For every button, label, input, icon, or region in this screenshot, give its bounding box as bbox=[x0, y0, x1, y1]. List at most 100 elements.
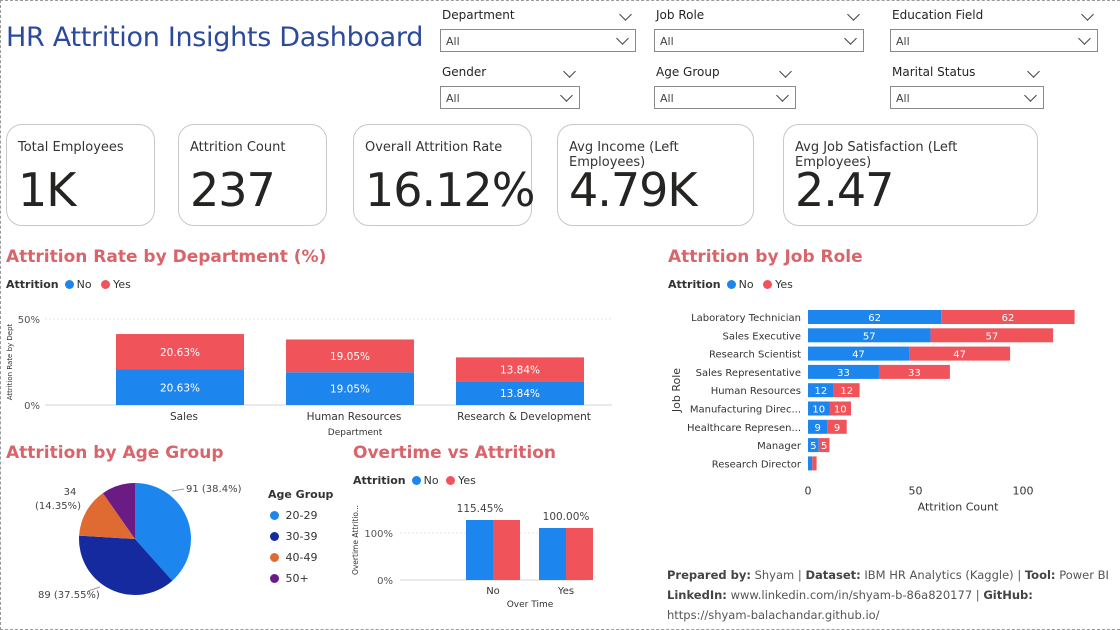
age-pie-chart[interactable]: 91 (38.4%) 89 (37.55%) 34 (14.35%) bbox=[0, 470, 260, 610]
dashboard-title: HR Attrition Insights Dashboard bbox=[6, 22, 424, 53]
data-label: 57 bbox=[985, 331, 998, 342]
category-label: Sales Representative bbox=[696, 368, 801, 379]
data-label: 33 bbox=[908, 368, 921, 379]
data-label: 91 (38.4%) bbox=[186, 484, 242, 495]
data-label: 5 bbox=[821, 441, 827, 452]
data-label: 100.00% bbox=[543, 511, 590, 523]
slicer-value: All bbox=[660, 35, 674, 48]
data-label: 20.63% bbox=[160, 382, 200, 394]
legend-label-no[interactable]: No bbox=[424, 474, 439, 487]
chevron-down-icon bbox=[1078, 32, 1091, 45]
chevron-down-icon[interactable] bbox=[779, 65, 792, 78]
dataset-label: Dataset: bbox=[805, 568, 861, 582]
age-legend-item[interactable]: 30-39 bbox=[268, 530, 333, 551]
overtime-chart-title: Overtime vs Attrition bbox=[353, 443, 557, 463]
slicer-value: All bbox=[660, 92, 674, 105]
bar-yes bbox=[566, 528, 593, 580]
data-label: 13.84% bbox=[500, 364, 540, 376]
legend-title: Attrition bbox=[668, 278, 721, 291]
linkedin-link[interactable]: www.linkedin.com/in/shyam-b-86a820177 bbox=[731, 588, 973, 602]
marital-status-slicer[interactable]: Marital Status All bbox=[890, 65, 1044, 111]
kpi-value: 237 bbox=[190, 163, 276, 217]
legend-dot-yes bbox=[763, 280, 773, 289]
legend-label-no[interactable]: No bbox=[77, 278, 92, 291]
github-link[interactable]: https://shyam-balachandar.github.io/ bbox=[667, 608, 880, 622]
marital-status-dropdown[interactable]: All bbox=[890, 86, 1044, 109]
kpi-card-avg-job-satisfaction: Avg Job Satisfaction (Left Employees) 2.… bbox=[783, 124, 1038, 226]
role-bar-chart[interactable]: Laboratory Technician 62 62 Sales Executive… bbox=[660, 300, 1110, 515]
job-role-slicer[interactable]: Job Role All bbox=[654, 8, 864, 54]
data-label: 47 bbox=[953, 350, 966, 361]
category-label: Healthcare Represen... bbox=[687, 423, 801, 434]
x-tick-label: 50 bbox=[909, 485, 923, 498]
y-tick-label: 0% bbox=[24, 401, 40, 412]
kpi-value: 1K bbox=[18, 163, 76, 217]
legend-dot bbox=[270, 532, 279, 541]
tool-value: Power BI bbox=[1059, 568, 1109, 582]
legend-dot-yes bbox=[446, 476, 456, 485]
gender-dropdown[interactable]: All bbox=[440, 86, 580, 109]
slicer-value: All bbox=[446, 35, 460, 48]
kpi-label: Overall Attrition Rate bbox=[365, 140, 503, 155]
data-label: 89 (37.55%) bbox=[38, 590, 100, 601]
department-dropdown[interactable]: All bbox=[440, 29, 636, 52]
chevron-down-icon[interactable] bbox=[1027, 65, 1040, 78]
chevron-down-icon[interactable] bbox=[847, 8, 860, 21]
legend-label-yes[interactable]: Yes bbox=[113, 278, 131, 291]
chevron-down-icon bbox=[776, 89, 789, 102]
legend-label-yes[interactable]: Yes bbox=[775, 278, 793, 291]
x-axis-label: Over Time bbox=[507, 600, 554, 610]
x-tick-label: 0 bbox=[805, 485, 812, 498]
legend-label-yes[interactable]: Yes bbox=[458, 474, 476, 487]
age-legend-item[interactable]: 40-49 bbox=[268, 551, 333, 572]
dept-bar-chart[interactable]: 50% 0% Attrition Rate by Dept 20.63% 20.63% S… bbox=[0, 300, 620, 440]
y-tick-label: 50% bbox=[18, 315, 40, 326]
legend-label-no[interactable]: No bbox=[739, 278, 754, 291]
bar-segment-no bbox=[808, 456, 813, 471]
education-field-slicer[interactable]: Education Field All bbox=[890, 8, 1098, 54]
legend-dot-no bbox=[411, 476, 421, 485]
data-label: 20.63% bbox=[160, 347, 200, 359]
chevron-down-icon[interactable] bbox=[1081, 8, 1094, 21]
bar-no bbox=[466, 520, 493, 580]
gender-slicer[interactable]: Gender All bbox=[440, 65, 580, 111]
age-legend-item[interactable]: 50+ bbox=[268, 572, 333, 593]
x-tick-label: Human Resources bbox=[307, 411, 402, 423]
chevron-down-icon[interactable] bbox=[563, 65, 576, 78]
kpi-card-attrition-count: Attrition Count 237 bbox=[178, 124, 327, 226]
kpi-value: 16.12% bbox=[365, 163, 535, 217]
job-role-dropdown[interactable]: All bbox=[654, 29, 864, 52]
category-label: Manager bbox=[757, 441, 802, 452]
kpi-card-avg-income: Avg Income (Left Employees) 4.79K bbox=[557, 124, 754, 226]
prepared-by-label: Prepared by: bbox=[667, 568, 751, 582]
age-legend-item[interactable]: 20-29 bbox=[268, 509, 333, 530]
chevron-down-icon bbox=[844, 32, 857, 45]
category-label: Laboratory Technician bbox=[691, 313, 801, 324]
data-label: 9 bbox=[814, 423, 820, 434]
department-slicer[interactable]: Department All bbox=[440, 8, 636, 54]
age-group-dropdown[interactable]: All bbox=[654, 86, 796, 109]
kpi-value: 4.79K bbox=[569, 163, 698, 217]
age-group-slicer[interactable]: Age Group All bbox=[654, 65, 796, 111]
data-label: 12 bbox=[840, 386, 853, 397]
category-label: Human Resources bbox=[711, 386, 801, 397]
legend-dot-yes bbox=[101, 280, 111, 289]
legend-dot bbox=[270, 574, 279, 583]
legend-label: 20-29 bbox=[285, 509, 318, 522]
slicer-label: Department bbox=[442, 8, 515, 22]
slicer-label: Gender bbox=[442, 65, 487, 79]
chevron-down-icon bbox=[1024, 89, 1037, 102]
legend-label: 40-49 bbox=[285, 551, 318, 564]
education-field-dropdown[interactable]: All bbox=[890, 29, 1098, 52]
prepared-by-value: Shyam bbox=[754, 568, 795, 582]
bar-no bbox=[539, 528, 566, 580]
x-tick-label: Sales bbox=[170, 411, 198, 423]
overtime-bar-chart[interactable]: 100% 0% Overtime Attritio... 115.45% No 100.0… bbox=[348, 495, 608, 620]
age-legend-title: Age Group bbox=[268, 488, 334, 501]
data-label: 62 bbox=[1002, 313, 1015, 324]
data-label: 19.05% bbox=[330, 351, 370, 363]
y-tick-label: 100% bbox=[364, 529, 393, 540]
legend-label: 30-39 bbox=[285, 530, 318, 543]
y-axis-label: Job Role bbox=[670, 368, 683, 413]
chevron-down-icon[interactable] bbox=[619, 8, 632, 21]
